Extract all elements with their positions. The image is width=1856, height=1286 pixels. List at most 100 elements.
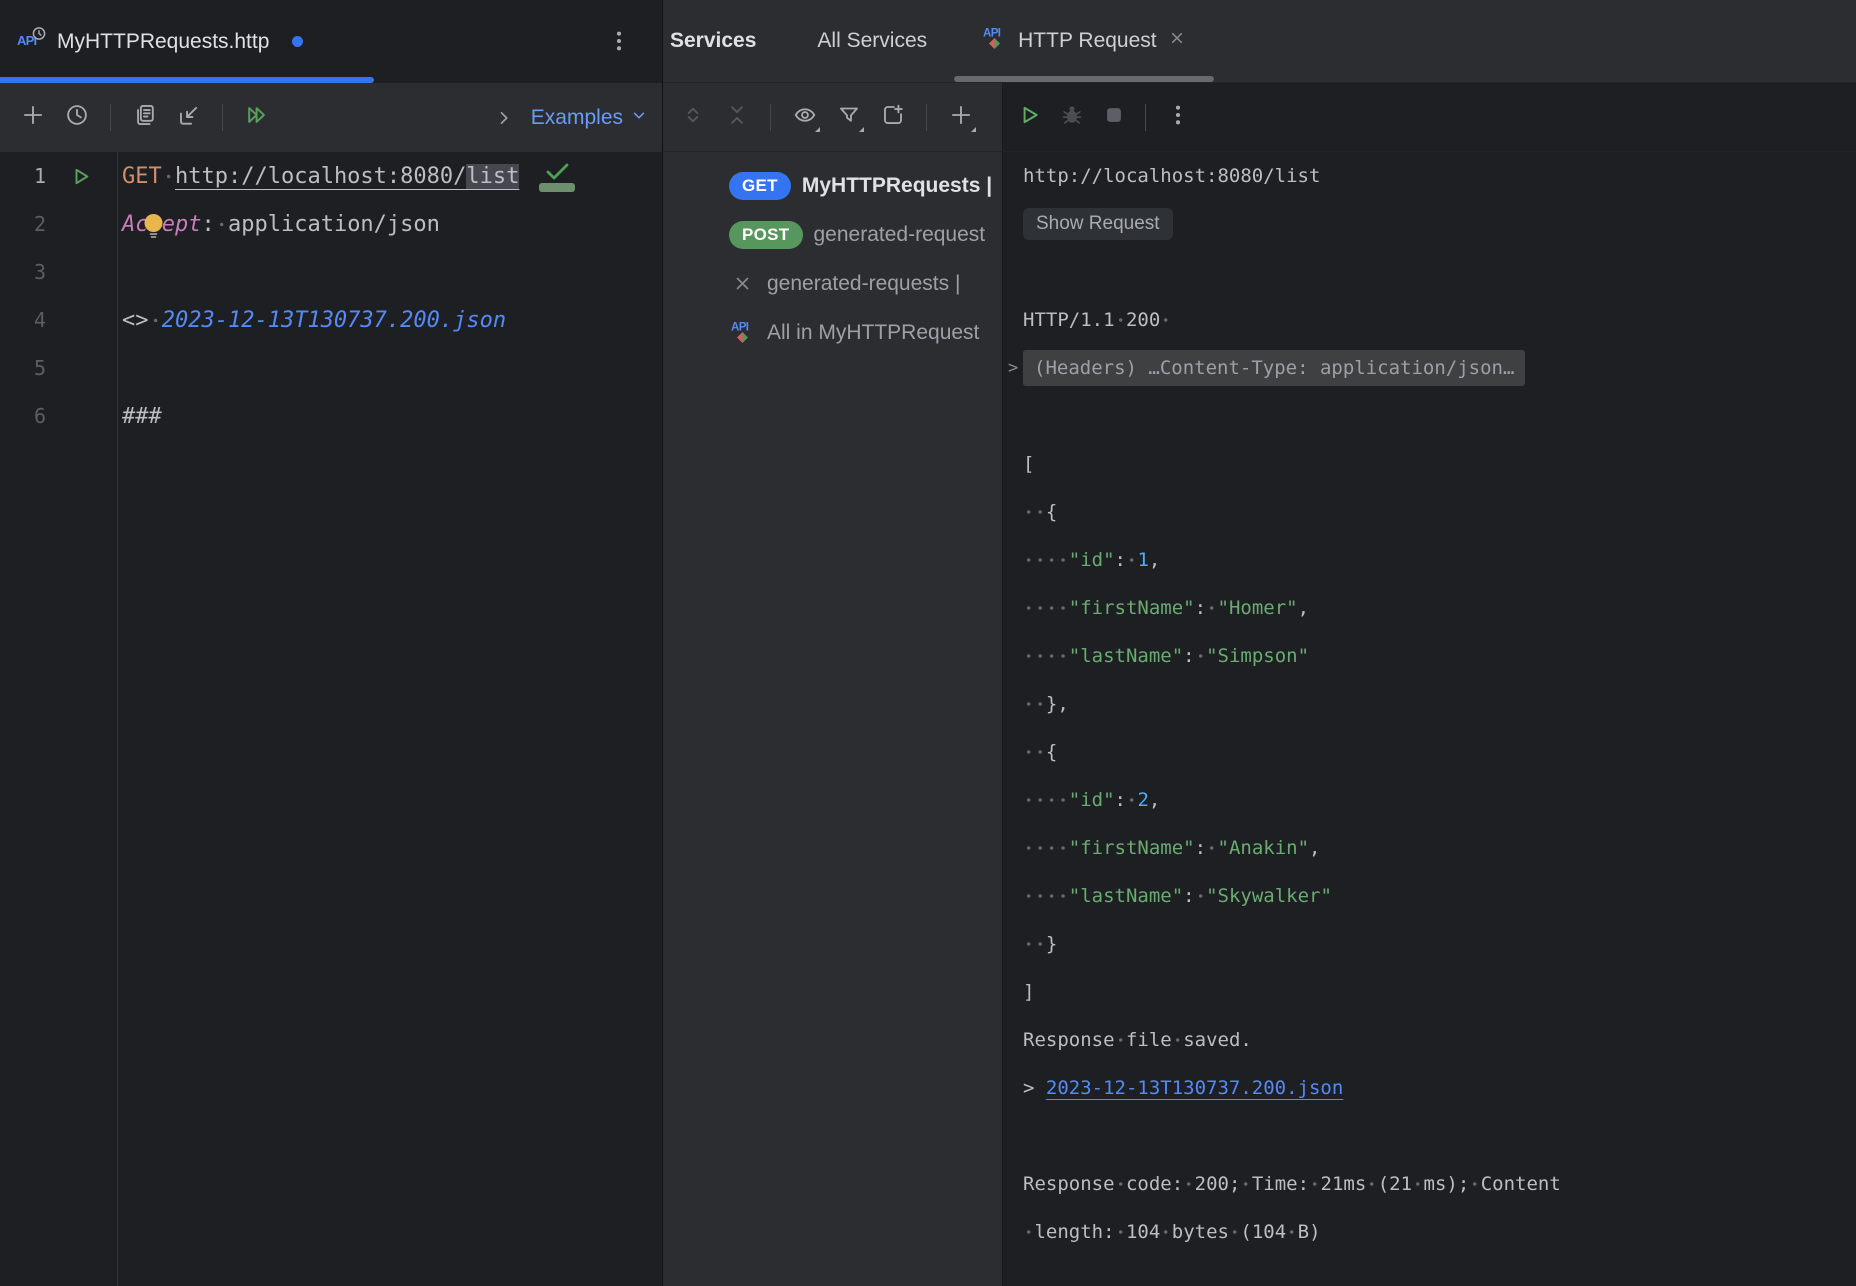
code-token (1023, 1221, 1034, 1243)
line-number: 3 (0, 260, 46, 284)
tab-all-services[interactable]: All Services (790, 0, 954, 82)
more-button[interactable] (1160, 100, 1195, 135)
examples-dropdown[interactable]: Examples (531, 104, 650, 132)
headers-folded-region[interactable]: (Headers) …Content-Type: application/jso… (1023, 350, 1525, 386)
code-token: : (1195, 597, 1206, 619)
tab-http-request[interactable]: API HTTP Request (954, 0, 1214, 82)
console-line: { (1023, 488, 1856, 536)
tool-window-title-label: Services (670, 29, 756, 53)
code-token: Response (1023, 1029, 1115, 1051)
run-all-button[interactable] (239, 100, 274, 135)
method-badge: POST (729, 221, 803, 249)
code-token: "lastName" (1069, 885, 1183, 907)
close-icon[interactable] (1167, 28, 1187, 54)
service-tree-item[interactable]: generated-requests | (663, 259, 1002, 308)
code-token (1115, 1173, 1126, 1195)
code-token (1023, 837, 1069, 859)
editor-more-icon[interactable] (600, 19, 638, 63)
run-request-icon[interactable] (46, 164, 117, 189)
code-token: file (1126, 1029, 1172, 1051)
code-token (1366, 1173, 1377, 1195)
console-line: Show Request (1023, 200, 1856, 248)
code-token: ### (122, 404, 162, 429)
request-success-icon[interactable] (539, 161, 575, 192)
editor-toolbar: Examples (0, 83, 662, 152)
code-token: Response (1023, 1173, 1115, 1195)
console-line: "firstName": "Anakin", (1023, 824, 1856, 872)
code-token: "lastName" (1069, 645, 1183, 667)
tree-item-label: generated-requests | (767, 272, 960, 296)
code-token (1023, 597, 1069, 619)
new-tab-button[interactable] (875, 100, 910, 135)
http-editor-panel: API MyHTTPRequests.http Examples 1GET ht… (0, 0, 663, 1286)
code-token (1023, 933, 1046, 955)
http-file-icon: API (17, 25, 46, 59)
history-button[interactable] (59, 100, 94, 135)
method-badge: GET (729, 172, 791, 200)
code-token: : (1115, 789, 1126, 811)
response-file-link[interactable]: 2023-12-13T130737.200.json (1046, 1077, 1343, 1099)
toolbar-separator (1145, 104, 1146, 131)
code-token (1126, 789, 1137, 811)
console-line (1023, 1112, 1856, 1160)
history-icon (64, 102, 90, 133)
services-tree: GETMyHTTPRequests |POSTgenerated-request… (663, 152, 1002, 1286)
editor-tab-title: MyHTTPRequests.http (57, 30, 269, 54)
intention-bulb-icon[interactable] (140, 212, 167, 245)
code-token (1126, 549, 1137, 571)
code-token: "Simpson" (1206, 645, 1309, 667)
filter-button[interactable] (831, 100, 866, 135)
response-pane: http://localhost:8080/list Show Request HT… (1003, 83, 1856, 1286)
code-token: 200 (1126, 309, 1160, 331)
code-token: HTTP/1.1 (1023, 309, 1115, 331)
line-number: 4 (0, 308, 46, 332)
preview-button[interactable] (787, 100, 822, 135)
editor-tab[interactable]: API MyHTTPRequests.http (0, 0, 374, 83)
add-button[interactable] (943, 100, 978, 135)
response-console[interactable]: http://localhost:8080/list Show Request HT… (1003, 152, 1856, 1286)
service-tree-item[interactable]: GETMyHTTPRequests | (663, 161, 1002, 210)
editor-tab-bar: API MyHTTPRequests.http (0, 0, 662, 83)
more-icon (1165, 102, 1191, 133)
code-token: bytes (1172, 1221, 1229, 1243)
stop-icon (1101, 102, 1127, 133)
tool-window-title: Services (663, 0, 790, 82)
expand-all-icon (680, 102, 706, 133)
code-token (1160, 1221, 1171, 1243)
copy-icon (132, 102, 158, 133)
add-icon (948, 102, 974, 133)
services-toolbar (663, 83, 1002, 152)
console-line: HTTP/1.1 200 (1023, 296, 1856, 344)
preview-icon (792, 102, 818, 133)
rerun-button[interactable] (1012, 100, 1047, 135)
code-token: http://localhost:8080/ (175, 164, 466, 189)
code-token (149, 308, 162, 333)
chevron-right-icon[interactable] (487, 100, 522, 135)
console-line: "id": 1, (1023, 536, 1856, 584)
new-request-button[interactable] (15, 100, 50, 135)
code-token: 2 (1137, 789, 1148, 811)
code-token (1023, 741, 1046, 763)
svg-text:API: API (731, 322, 749, 334)
code-token: } (1046, 933, 1057, 955)
service-tree-item[interactable]: POSTgenerated-request (663, 210, 1002, 259)
console-line: http://localhost:8080/list (1023, 152, 1856, 200)
console-line: "lastName": "Skywalker" (1023, 872, 1856, 920)
code-token: : (201, 212, 214, 237)
copy-button[interactable] (127, 100, 162, 135)
modified-dot-icon (292, 36, 303, 47)
code-token: (21 (1378, 1173, 1412, 1195)
code-token: "firstName" (1069, 597, 1195, 619)
show-request-button[interactable]: Show Request (1023, 208, 1173, 240)
code-editor[interactable]: 1GET http://localhost:8080/list2Accept: … (0, 152, 662, 1286)
import-button[interactable] (171, 100, 206, 135)
fold-chevron-icon[interactable]: > (1008, 358, 1018, 378)
service-tree-item[interactable]: APIAll in MyHTTPRequest (663, 308, 1002, 357)
ide-window: API MyHTTPRequests.http Examples 1GET ht… (0, 0, 1856, 1286)
toolbar-separator (222, 104, 223, 131)
api-icon: API (981, 25, 1008, 58)
code-token: : (1195, 837, 1206, 859)
code-token: application/json (228, 212, 440, 237)
code-token (1023, 885, 1069, 907)
code-line-text: <> 2023-12-13T130737.200.json (117, 308, 506, 333)
